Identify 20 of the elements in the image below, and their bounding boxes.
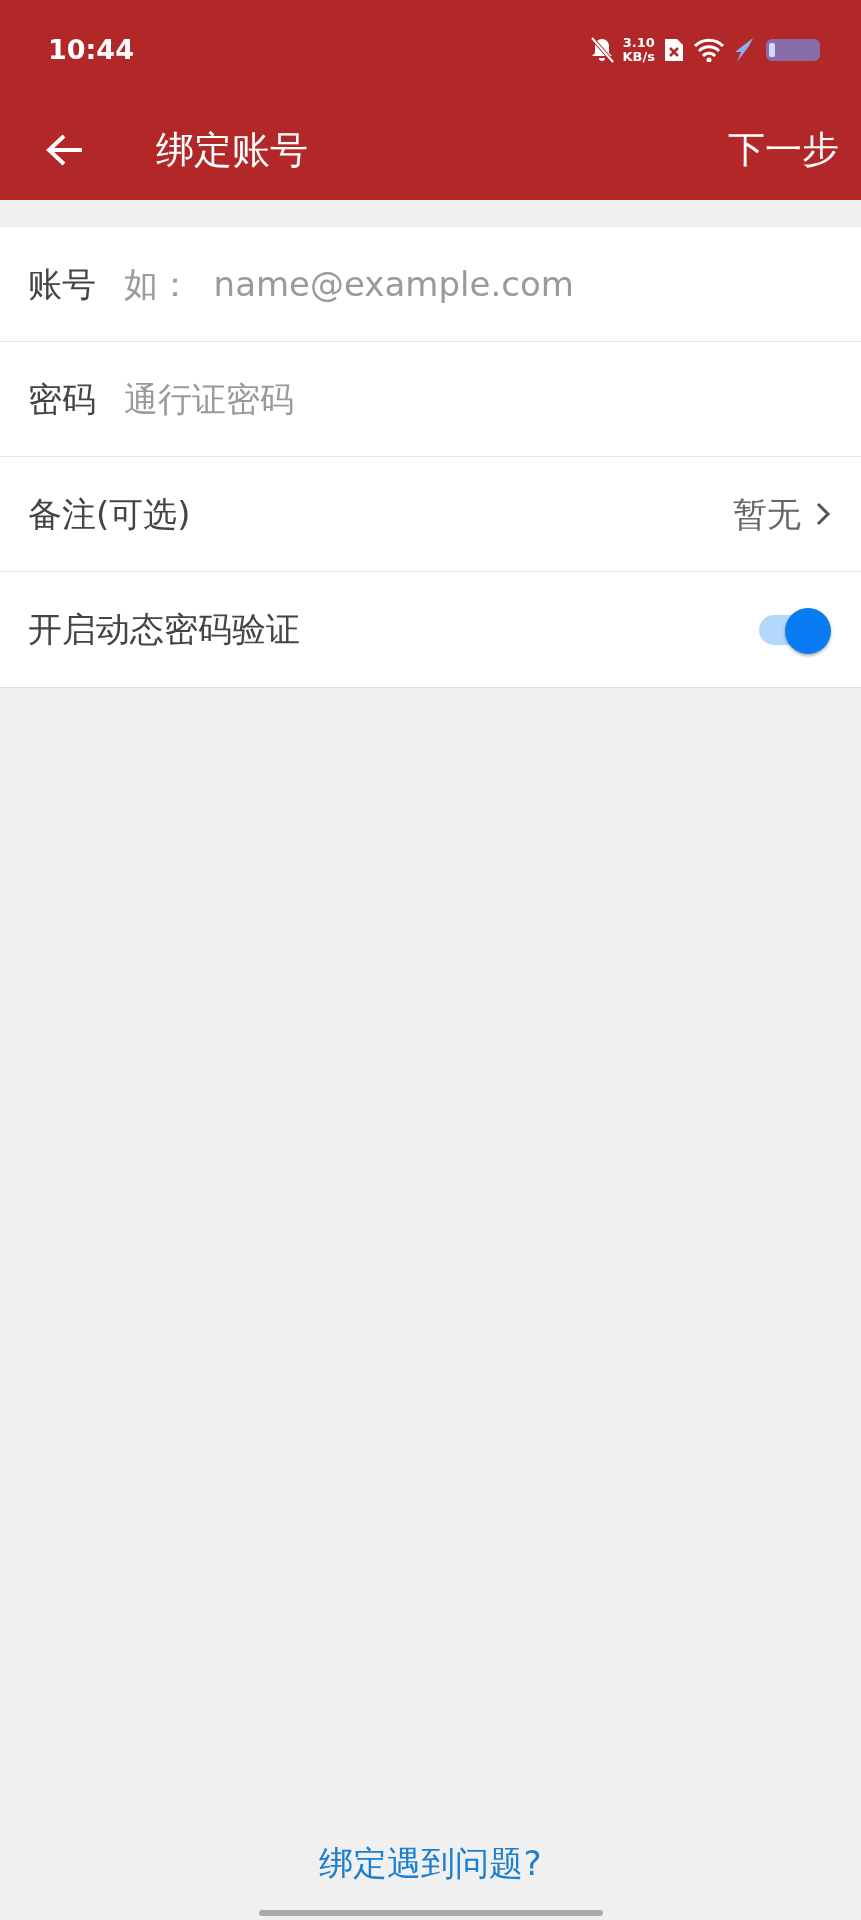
chevron-right-icon [815,501,831,527]
next-button[interactable]: 下一步 [728,122,839,178]
field-label: 备注(可选) [28,492,191,536]
wifi-icon [693,38,725,62]
back-arrow-icon [44,132,84,168]
field-label: 账号 [28,262,96,306]
clock: 10:44 [48,32,134,67]
battery-icon [765,38,821,62]
field-value[interactable]: 暂无 [733,488,801,540]
bell-muted-icon [588,36,615,64]
sim-icon [663,37,685,63]
page-title: 绑定账号 [156,126,309,174]
network-speed-unit: KB/s [622,50,655,64]
field-label: 密码 [28,377,96,421]
network-speed: 3.10 [622,36,655,50]
help-link[interactable]: 绑定遇到问题? [313,1837,548,1890]
field-label: 开启动态密码验证 [28,608,300,651]
input-field[interactable]: 通行证密码 [122,372,831,426]
input-field[interactable]: 如： name@example.com [122,257,831,311]
back-button[interactable] [44,132,84,168]
